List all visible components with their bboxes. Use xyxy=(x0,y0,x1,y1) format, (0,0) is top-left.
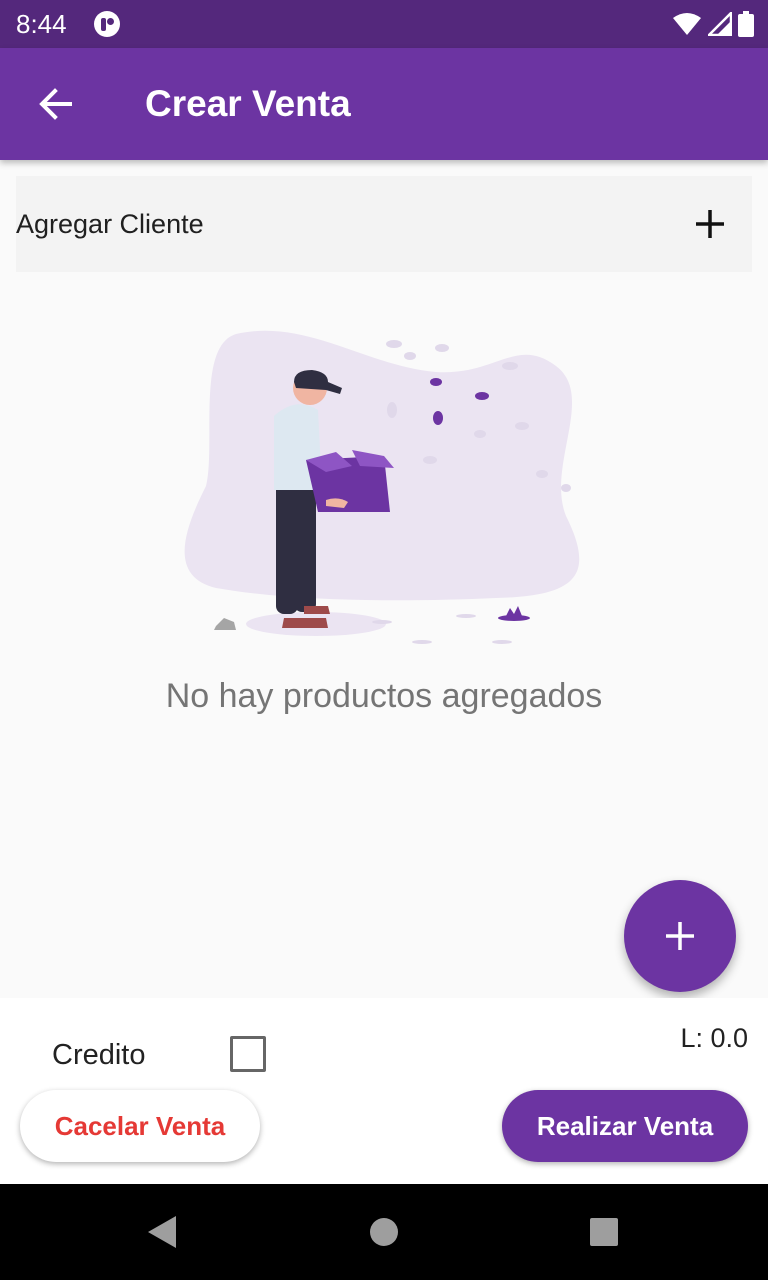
add-product-fab[interactable] xyxy=(624,880,736,992)
status-icons xyxy=(672,10,754,38)
credito-checkbox[interactable] xyxy=(230,1036,266,1072)
plus-icon[interactable] xyxy=(688,202,732,246)
bottom-panel: Credito L: 0.0 Cacelar Venta Realizar Ve… xyxy=(0,998,768,1184)
plus-icon xyxy=(666,922,694,950)
signal-icon xyxy=(708,12,732,36)
page-title: Crear Venta xyxy=(145,83,351,124)
total-amount: L: 0.0 xyxy=(680,1023,748,1053)
arrow-back-icon xyxy=(39,88,72,120)
add-client-row[interactable]: Agregar Cliente xyxy=(16,176,752,272)
empty-box-illustration xyxy=(184,330,580,644)
empty-state-message: No hay productos agregados xyxy=(165,677,603,715)
battery-icon xyxy=(738,11,754,37)
add-client-label: Agregar Cliente xyxy=(16,209,204,239)
nav-recents-icon[interactable] xyxy=(590,1218,618,1246)
back-button[interactable] xyxy=(28,76,84,132)
nav-back-icon[interactable] xyxy=(144,1214,180,1250)
system-nav-bar xyxy=(0,1184,768,1280)
status-time: 8:44 xyxy=(16,9,67,39)
credito-label: Credito xyxy=(52,1039,146,1071)
submit-sale-button[interactable]: Realizar Venta xyxy=(502,1090,748,1162)
status-bar: 8:44 xyxy=(0,0,768,48)
wifi-icon xyxy=(673,13,701,35)
app-bar: Crear Venta xyxy=(0,48,768,160)
cancel-sale-button[interactable]: Cacelar Venta xyxy=(20,1090,260,1162)
app-notification-icon xyxy=(94,11,120,37)
nav-home-icon[interactable] xyxy=(370,1218,398,1246)
